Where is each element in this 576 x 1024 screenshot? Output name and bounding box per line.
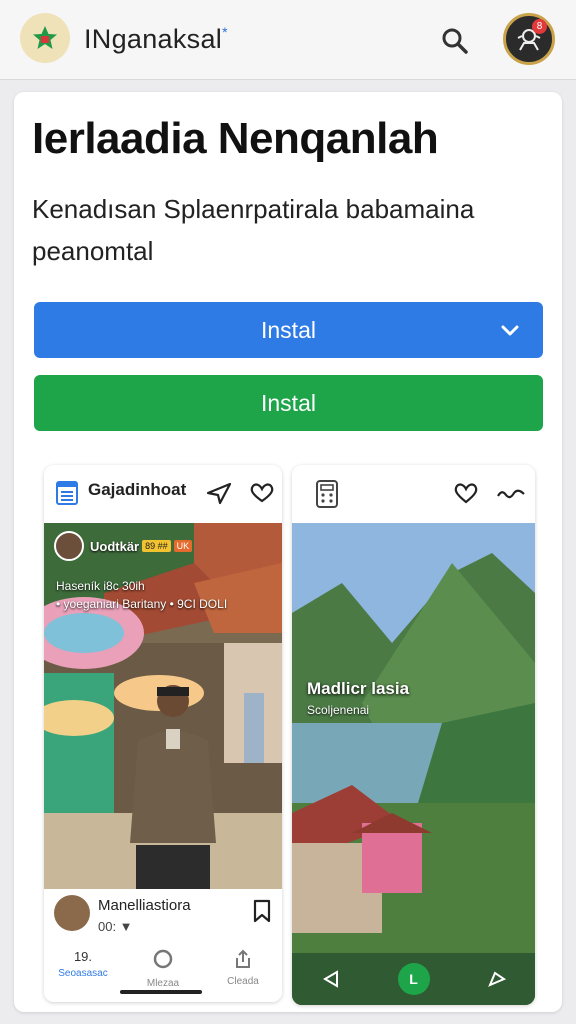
- post-header-right: [292, 465, 535, 523]
- tab-label-cleada: Cleada: [227, 976, 259, 987]
- install-button[interactable]: Instal: [34, 375, 543, 431]
- app-logo[interactable]: [20, 13, 70, 63]
- profile-avatar-button[interactable]: 8: [503, 13, 555, 65]
- tab-label-mlezaa: Mlezaa: [146, 978, 180, 989]
- home-indicator-bar: [120, 990, 202, 994]
- search-icon: [442, 28, 468, 54]
- overlay-avatar[interactable]: [54, 531, 84, 561]
- document-list-icon[interactable]: [56, 481, 78, 505]
- market-scene-illustration: [44, 523, 282, 889]
- top-app-bar: INganaksal* 8: [0, 0, 576, 80]
- search-button[interactable]: [436, 22, 474, 60]
- overview-square-icon[interactable]: [487, 969, 507, 989]
- post-card-left[interactable]: Gajadinhoat Uodtkär 89 ## UK Haseník i8c…: [44, 465, 282, 1002]
- landscape-title: Madlicr lasia: [307, 679, 410, 698]
- spark-icon: *: [222, 24, 228, 40]
- notification-badge: 8: [532, 19, 547, 34]
- post-photo-landscape[interactable]: Madlicr lasia Scoljenenai L: [292, 523, 535, 1005]
- post-overlay-user: Uodtkär 89 ## UK: [54, 531, 193, 561]
- install-dropdown-button[interactable]: Instal: [34, 302, 543, 358]
- tab-label-seoasasac: Seoasasac: [58, 968, 108, 979]
- main-card: Ierlaadia Nenqanlah Kenadısan Splaenrpat…: [14, 92, 562, 1012]
- overlay-username: Uodtkär: [90, 538, 140, 554]
- page-title: Ierlaadia Nenqanlah: [32, 114, 439, 163]
- app-name: INganaksal*: [84, 24, 228, 55]
- back-triangle-icon[interactable]: [321, 969, 341, 989]
- calculator-icon[interactable]: [316, 480, 338, 508]
- send-icon[interactable]: [206, 481, 232, 505]
- author-avatar[interactable]: [54, 895, 90, 931]
- more-wave-icon[interactable]: [496, 487, 526, 501]
- heart-outline-icon[interactable]: [452, 481, 480, 505]
- post-header: Gajadinhoat: [44, 465, 282, 523]
- overlay-caption-line-1: Haseník i8c 30ih: [56, 579, 145, 593]
- page-description: Kenadısan Splaenrpatirala babamaina pean…: [32, 194, 475, 266]
- tab-cleada[interactable]: Cleada: [208, 949, 278, 987]
- install-dropdown-label: Instal: [261, 316, 316, 343]
- post-meta: 00: ▼: [98, 919, 133, 934]
- chevron-down-icon[interactable]: [499, 319, 521, 341]
- location-pin-icon: [153, 949, 173, 969]
- app-name-text: INganaksal: [84, 24, 223, 54]
- landscape-subtitle: Scoljenenai: [307, 703, 370, 717]
- media-controls: L: [292, 953, 535, 1005]
- post-footer: Manelliastiora 00: ▼ 19. Seoasasac Mleza…: [44, 889, 282, 1002]
- post-bottom-tabs: 19. Seoasasac Mlezaa Cleada: [44, 945, 282, 995]
- tab-count: 19.: [73, 949, 93, 964]
- post-photo-market[interactable]: Uodtkär 89 ## UK Haseník i8c 30ih • yoeg…: [44, 523, 282, 889]
- bookmark-icon[interactable]: [252, 899, 272, 923]
- heart-icon[interactable]: [248, 482, 276, 504]
- play-button-label: L: [409, 971, 418, 987]
- tab-mlezaa[interactable]: Mlezaa: [128, 949, 198, 989]
- share-icon: [236, 949, 250, 968]
- overlay-caption-line-2: • yoeganiari Baritany • 9CI DOLI: [56, 597, 228, 611]
- tab-seoasasac[interactable]: 19. Seoasasac: [48, 949, 118, 979]
- post-card-right[interactable]: Madlicr lasia Scoljenenai L: [292, 465, 535, 1005]
- overlay-tag: 89 ##: [142, 540, 171, 552]
- install-button-label: Instal: [261, 389, 316, 416]
- star-logo-icon: [33, 26, 57, 49]
- mountain-scene-illustration: [292, 523, 535, 1005]
- author-name: Manelliastiora: [98, 897, 191, 914]
- play-button[interactable]: L: [397, 963, 430, 995]
- post-title: Gajadinhoat: [88, 480, 187, 499]
- overlay-tag-secondary: UK: [173, 540, 193, 552]
